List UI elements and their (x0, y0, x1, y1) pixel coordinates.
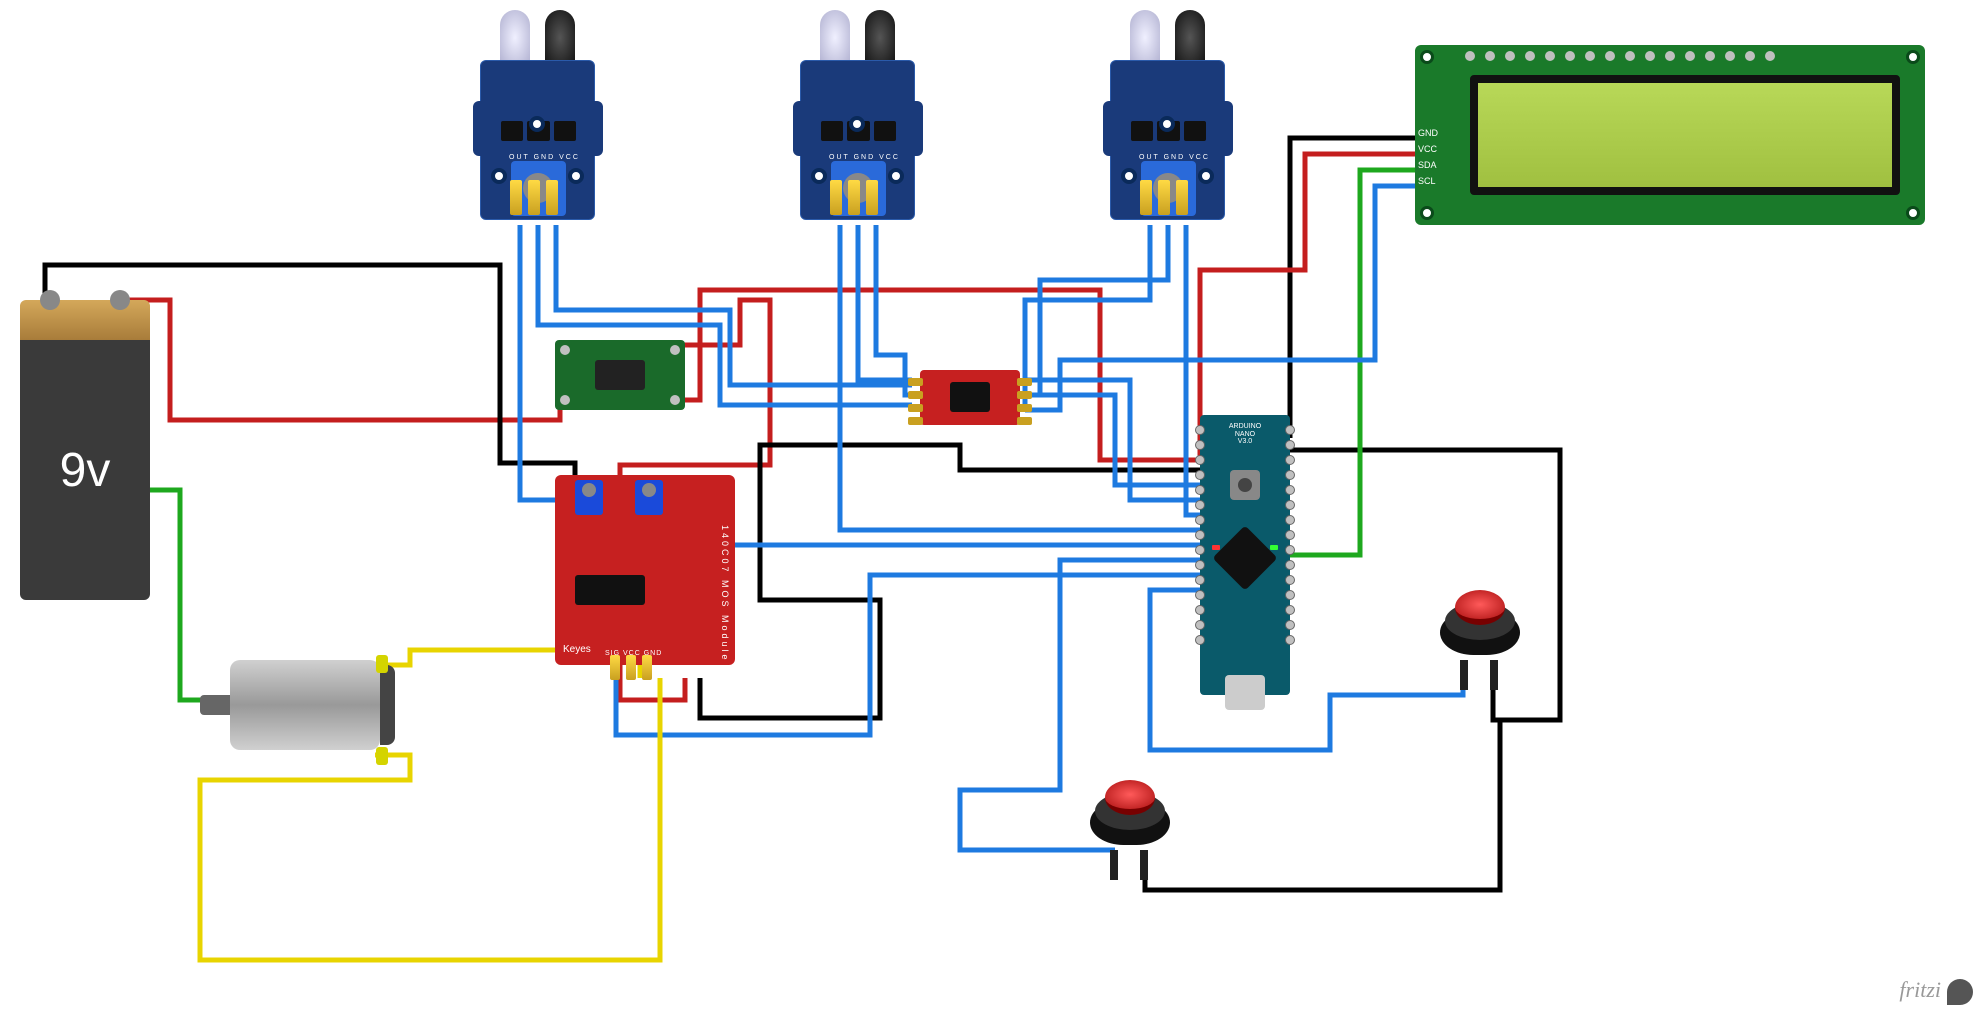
ir-pin-labels: OUT GND VCC (509, 154, 580, 161)
battery-terminal-pos (110, 290, 130, 310)
ir-emitter-icon (820, 10, 850, 65)
ir-sensor-3: OUT GND VCC (1110, 10, 1225, 250)
motor-terminal-1 (376, 655, 388, 673)
push-button-2 (1080, 770, 1180, 855)
schematic-canvas: 9v OUT GND VCC OUT GND VCC (0, 0, 1978, 1010)
motor-cap (380, 665, 395, 745)
mosfet-module: 140C07 MOS Module Keyes SIG VCC GND (555, 475, 735, 665)
motor-terminal-2 (376, 747, 388, 765)
ir-sensor-2: OUT GND VCC (800, 10, 915, 250)
mosfet-pin-labels: SIG VCC GND (605, 650, 662, 657)
level-shifter-module (920, 370, 1020, 425)
nano-mcu-icon (1212, 525, 1277, 590)
ir-pin-labels: OUT GND VCC (829, 154, 900, 161)
fritzing-logo-icon (1947, 979, 1973, 1005)
battery-terminal-neg (40, 290, 60, 310)
nano-usb-port (1225, 675, 1265, 710)
ir-receiver-icon (1175, 10, 1205, 65)
fritzing-watermark: fritzi (1899, 977, 1973, 1005)
ir-pin-labels: OUT GND VCC (1139, 154, 1210, 161)
lcd-screen (1470, 75, 1900, 195)
motor-body (230, 660, 380, 750)
ir-receiver-icon (545, 10, 575, 65)
button-cap-icon (1455, 590, 1505, 625)
battery-label: 9v (20, 340, 150, 600)
battery-9v: 9v (20, 300, 150, 600)
ir-emitter-icon (1130, 10, 1160, 65)
push-button-1 (1430, 580, 1530, 665)
lcd-16x2-i2c: GND VCC SDA SCL (1415, 45, 1925, 225)
buck-ic (595, 360, 645, 390)
ir-receiver-icon (865, 10, 895, 65)
motor-shaft (200, 695, 230, 715)
dc-motor (200, 650, 380, 760)
nano-reset-button (1230, 470, 1260, 500)
arduino-nano: ARDUINO NANO V3.0 (1200, 415, 1290, 695)
buck-converter (555, 340, 685, 410)
ir-sensor-1: OUT GND VCC (480, 10, 595, 250)
ir-emitter-icon (500, 10, 530, 65)
button-cap-icon (1105, 780, 1155, 815)
mosfet-brand-label: Keyes (563, 644, 591, 655)
mosfet-chip-icon (575, 575, 645, 605)
lcd-i2c-labels: GND VCC SDA SCL (1418, 125, 1438, 189)
mosfet-side-label: 140C07 MOS Module (720, 525, 730, 663)
nano-label: ARDUINO NANO V3.0 (1220, 423, 1270, 446)
level-shifter-ic (950, 382, 990, 412)
